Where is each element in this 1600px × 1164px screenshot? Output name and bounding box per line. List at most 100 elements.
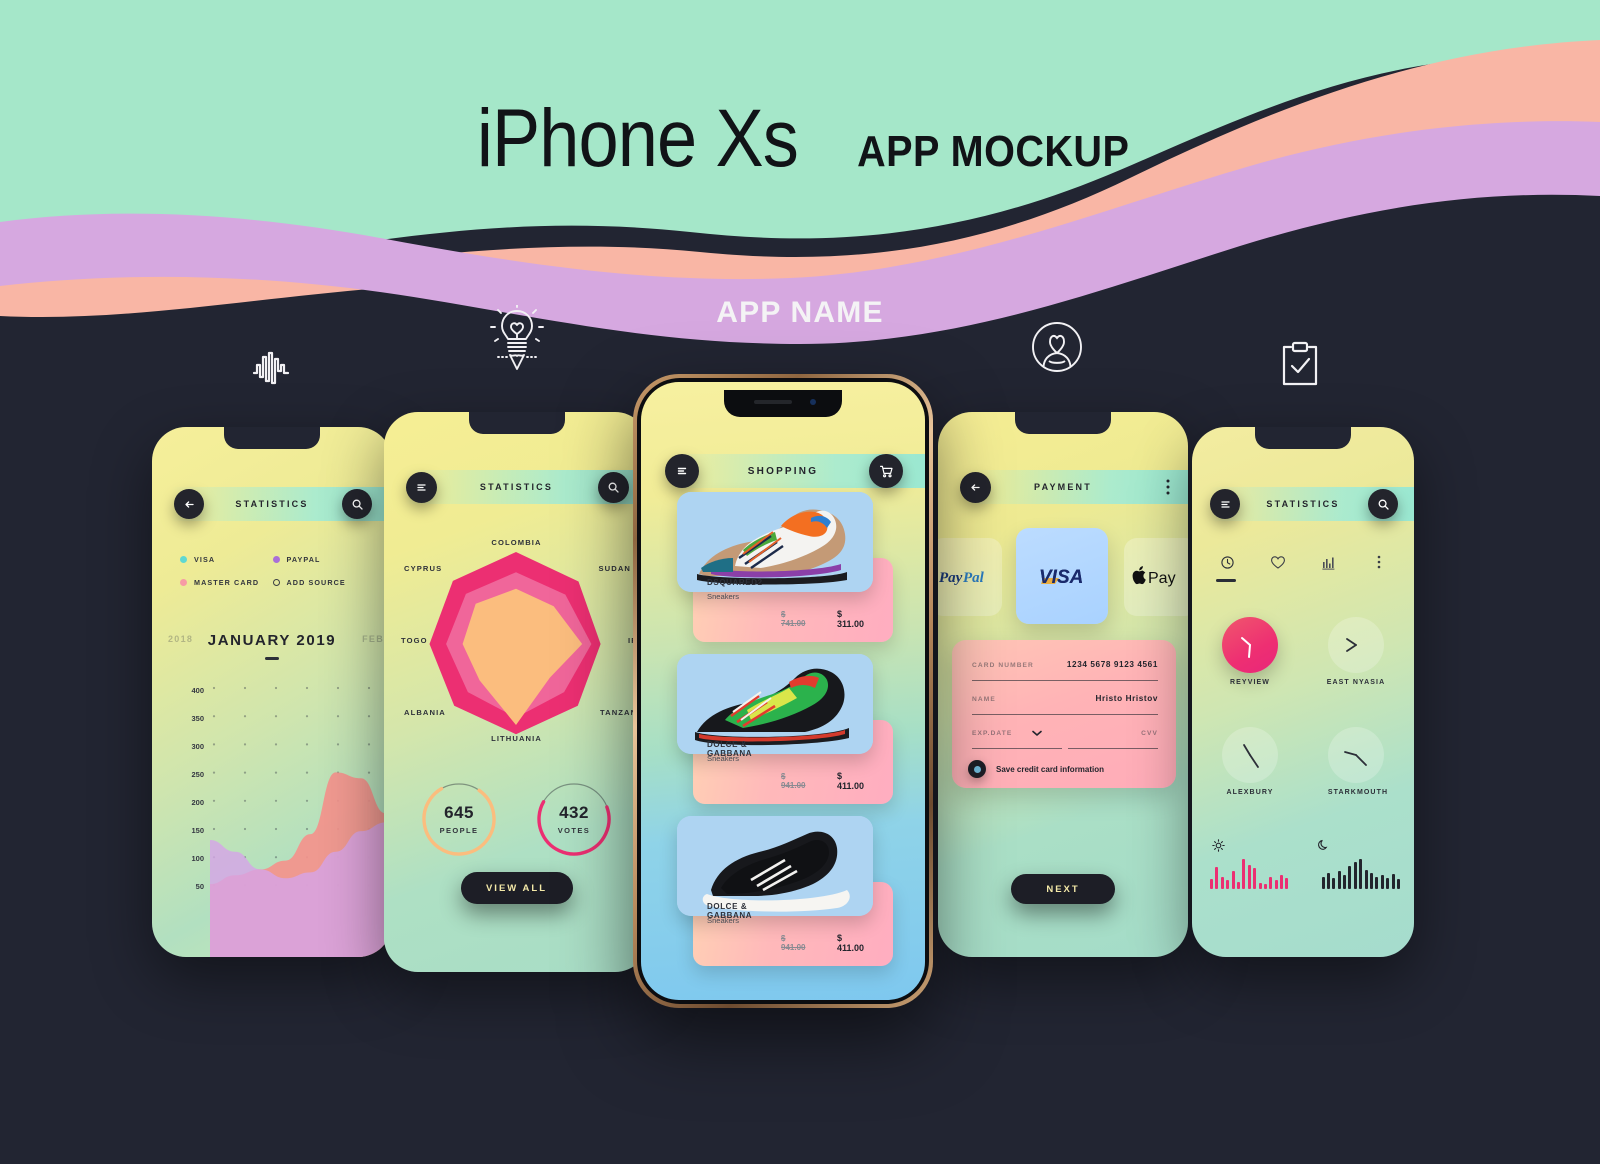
phone3-screen: SHOPPING DSQUARED2 Sneakers $ 741.00 $ 3… <box>641 382 925 1000</box>
back-button[interactable] <box>174 489 204 519</box>
activity-bar <box>1326 872 1330 889</box>
user-profile-icon <box>1030 320 1084 374</box>
clock-starkmouth[interactable] <box>1328 727 1384 783</box>
menu-button[interactable] <box>1210 489 1240 519</box>
view-all-button[interactable]: VIEW ALL <box>460 872 573 904</box>
back-button[interactable] <box>960 472 991 503</box>
activity-bar <box>1285 878 1289 889</box>
legend-dot-icon <box>180 579 187 586</box>
clock-alexbury[interactable] <box>1222 727 1278 783</box>
radio-inner-dot <box>973 765 981 773</box>
activity-bar <box>1263 884 1267 889</box>
tab-more[interactable] <box>1354 555 1405 569</box>
stat-ring-votes[interactable]: 432 VOTES <box>535 780 613 858</box>
radar-label-colombia: COLOMBIA <box>491 538 542 547</box>
exp-date-underline <box>972 748 1062 749</box>
product-old-price: $ 741.00 <box>781 610 806 628</box>
product-image <box>677 816 873 916</box>
product-old-price: $ 941.00 <box>781 934 806 952</box>
svg-text:Pay: Pay <box>939 570 963 586</box>
tab-favorites[interactable] <box>1253 555 1304 570</box>
product-new-price: $ 411.00 <box>837 771 865 791</box>
activity-bar <box>1364 869 1368 889</box>
card-number-value[interactable]: 1234 5678 9123 4561 <box>1067 660 1158 669</box>
tab-bar <box>1192 549 1414 575</box>
tab-clock[interactable] <box>1202 555 1253 570</box>
phone5-title: STATISTICS <box>1266 499 1340 509</box>
legend-label: VISA <box>194 555 216 564</box>
clock-face <box>1241 637 1251 658</box>
activity-bar <box>1397 879 1400 889</box>
phone4-title: PAYMENT <box>1034 482 1092 492</box>
save-card-label: Save credit card information <box>996 765 1105 774</box>
activity-bar <box>1253 868 1257 889</box>
next-button[interactable]: NEXT <box>1011 874 1115 904</box>
month-next-label[interactable]: FEB <box>362 634 384 644</box>
phone3-title: SHOPPING <box>747 465 819 477</box>
legend-item[interactable]: VISA <box>180 555 273 564</box>
payment-method-paypal[interactable]: Pay Pal <box>938 538 1002 616</box>
legend-item-add-source[interactable]: ADD SOURCE <box>272 578 366 587</box>
menu-icon <box>417 484 426 491</box>
clock-label-alexbury: ALEXBURY <box>1226 789 1274 796</box>
phone-screen-shopping: SHOPPING DSQUARED2 Sneakers $ 741.00 $ 3… <box>633 374 933 1008</box>
more-vertical-icon <box>1377 555 1381 569</box>
moon-icon <box>1317 839 1330 857</box>
area-chart <box>210 686 386 957</box>
phone1-title: STATISTICS <box>235 499 309 509</box>
next-label: NEXT <box>1046 883 1080 895</box>
search-button[interactable] <box>1368 489 1398 519</box>
phone1-notch <box>224 427 320 449</box>
save-card-radio[interactable] <box>968 760 986 778</box>
menu-button[interactable] <box>665 454 699 488</box>
product-old-price: $ 941.00 <box>781 772 806 790</box>
cvv-underline <box>1068 748 1158 749</box>
tab-active-underline <box>1216 579 1236 582</box>
search-button[interactable] <box>598 472 629 503</box>
card-number-underline <box>972 680 1158 681</box>
sun-icon <box>1212 839 1225 857</box>
title-sub: APP MOCKUP <box>857 127 1130 176</box>
svg-text:VISA: VISA <box>1039 567 1083 588</box>
activity-bar <box>1280 875 1284 889</box>
speaker-grill <box>754 400 792 404</box>
activity-bar <box>1386 878 1390 889</box>
radar-label-lithuania: LITHUANIA <box>491 734 542 743</box>
radar-label-togo: TOGO <box>401 636 428 645</box>
clock-label-starkmouth: STARKMOUTH <box>1327 789 1389 796</box>
name-value[interactable]: Hristo Hristov <box>1095 694 1158 703</box>
activity-bar <box>1258 883 1262 889</box>
activity-bar <box>1343 875 1347 889</box>
product-image <box>677 654 873 754</box>
month-underline <box>265 657 279 660</box>
radar-label-sudan: SUDAN <box>598 564 631 573</box>
activity-bar <box>1332 878 1336 889</box>
activity-bar <box>1348 865 1352 889</box>
legend-item[interactable]: PAYPAL <box>272 555 366 564</box>
clock-reyview[interactable] <box>1222 617 1278 673</box>
stat-ring-people[interactable]: 645 PEOPLE <box>420 780 498 858</box>
product-category: Sneakers <box>707 592 740 601</box>
cart-button[interactable] <box>869 454 903 488</box>
stat-value: 645 <box>444 803 474 822</box>
payment-method-applepay[interactable]: Pay <box>1124 538 1188 616</box>
month-prev-label[interactable]: 2018 <box>168 634 193 644</box>
payment-method-visa[interactable]: VISA VISA <box>1016 528 1108 624</box>
day-activity-bars <box>1210 859 1289 889</box>
phone5-notch <box>1255 427 1351 449</box>
activity-bar <box>1231 871 1235 889</box>
chevron-down-icon[interactable] <box>1032 730 1042 737</box>
menu-button[interactable] <box>406 472 437 503</box>
month-selector[interactable]: 2018 JANUARY 2019 FEB <box>152 632 392 660</box>
sneaker-dolce-gabbana-black-illustration <box>677 816 873 916</box>
cvv-label: CVV <box>1141 730 1158 737</box>
phone-screen-statistics-radar: STATISTICS COLOMBIA SUDAN IRAN TANZANIA … <box>384 412 649 972</box>
stat-label: VOTES <box>557 826 591 835</box>
phone2-title: STATISTICS <box>479 482 554 492</box>
legend-item[interactable]: MASTER CARD <box>180 578 273 587</box>
search-button[interactable] <box>342 489 372 519</box>
more-options-button[interactable] <box>1166 479 1170 500</box>
tab-charts[interactable] <box>1303 555 1354 570</box>
name-underline <box>972 714 1158 715</box>
clock-east-nyasia[interactable] <box>1328 617 1384 673</box>
